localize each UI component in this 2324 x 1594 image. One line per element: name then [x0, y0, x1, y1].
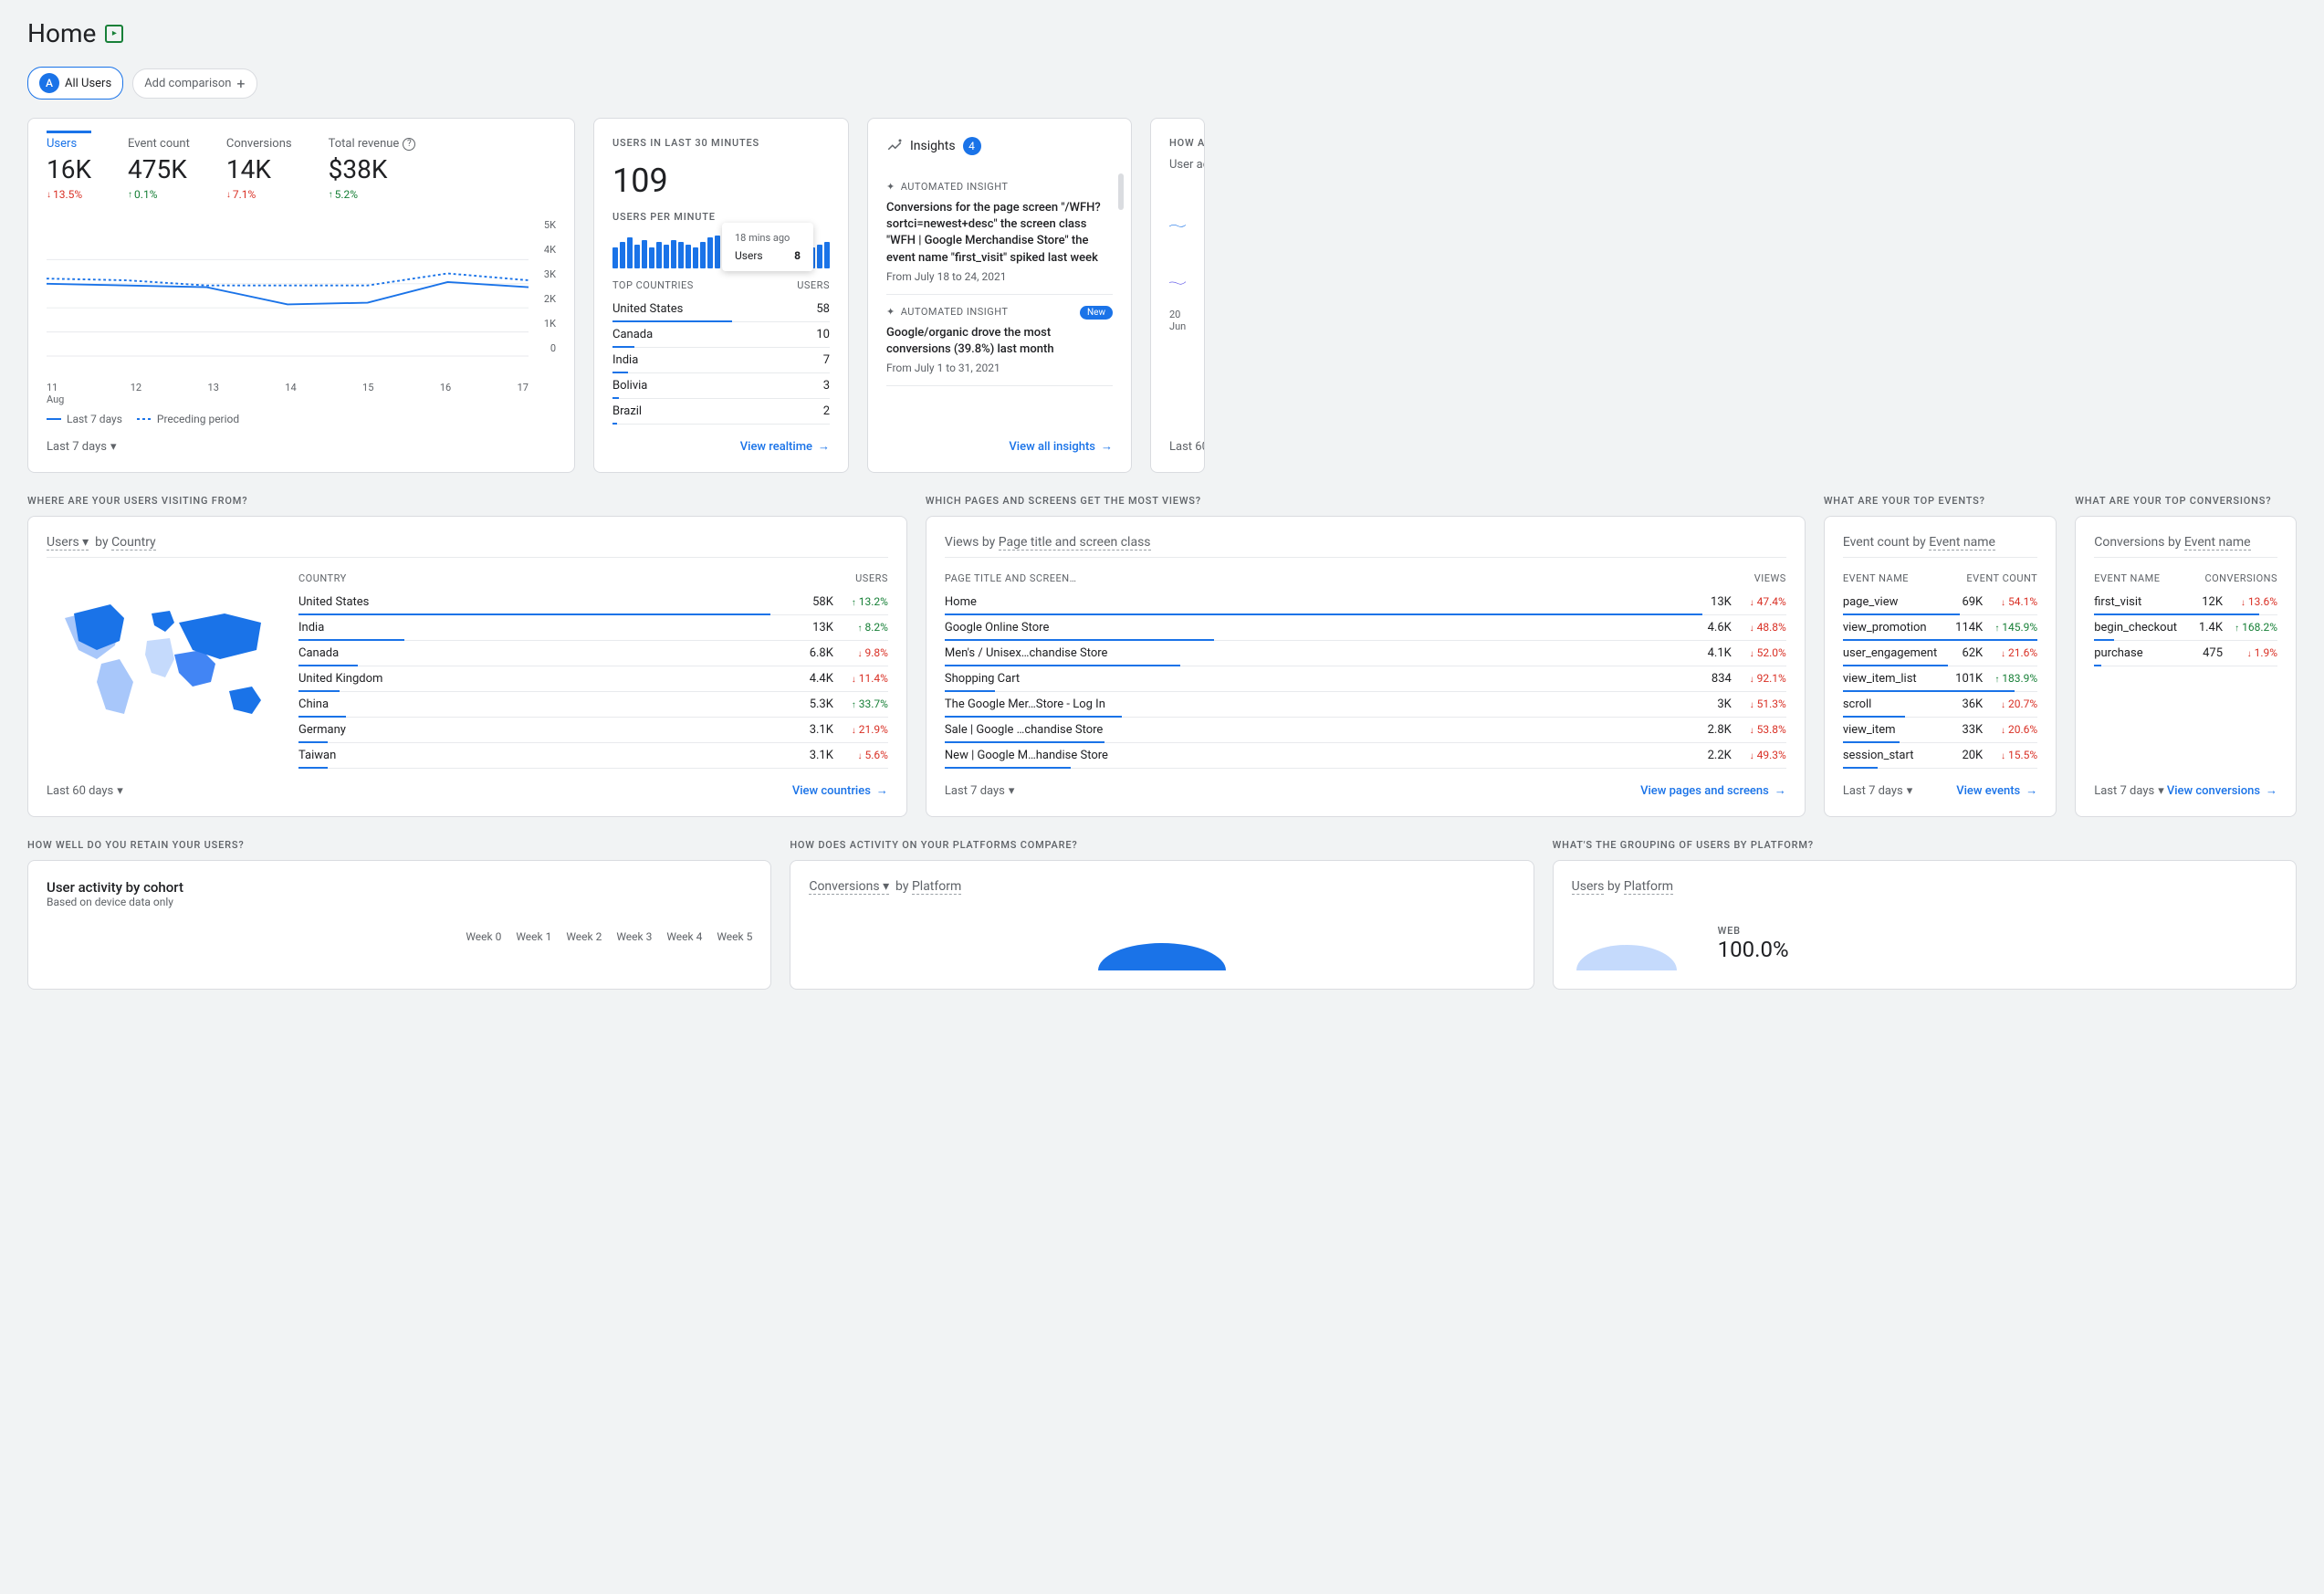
date-range-selector[interactable]: Last 7 days ▾ [1843, 784, 1913, 798]
table-row[interactable]: Bolivia3 [612, 373, 830, 399]
pages-card: Views by Page title and screen class PAG… [926, 516, 1806, 817]
table-row[interactable]: first_visit 12K ↓ 13.6% [2094, 590, 2277, 615]
report-icon [105, 25, 123, 43]
realtime-count: 109 [612, 162, 830, 200]
realtime-tooltip: 18 mins ago Users8 [722, 223, 813, 271]
table-row[interactable]: Germany 3.1K ↓ 21.9% [298, 718, 888, 743]
insight-item[interactable]: New ✦ AUTOMATED INSIGHT Google/organic d… [886, 295, 1113, 386]
insights-icon [886, 138, 903, 154]
realtime-header: USERS IN LAST 30 MINUTES [612, 137, 830, 149]
table-row[interactable]: Sale | Google …chandise Store 2.8K ↓ 53.… [945, 718, 1786, 743]
view-countries-link[interactable]: View countries → [792, 783, 888, 798]
arrow-right-icon: → [1101, 439, 1113, 454]
view-events-link[interactable]: View events → [1956, 783, 2037, 798]
geo-card: Users ▾ by Country COUNTRYUSERS United S… [27, 516, 907, 817]
realtime-card: USERS IN LAST 30 MINUTES 109 USERS PER M… [593, 118, 849, 473]
insights-card: Insights 4 ✦ AUTOMATED INSIGHT Conversio… [867, 118, 1132, 473]
segment-letter-icon: A [39, 73, 59, 93]
table-row[interactable]: view_promotion 114K ↑ 145.9% [1843, 615, 2037, 641]
platform-card: Conversions ▾ by Platform [790, 860, 1534, 990]
table-row[interactable]: page_view 69K ↓ 54.1% [1843, 590, 2037, 615]
insight-item[interactable]: ✦ AUTOMATED INSIGHT Conversions for the … [886, 170, 1113, 295]
table-row[interactable]: Shopping Cart 834 ↓ 92.1% [945, 666, 1786, 692]
table-row[interactable]: Canada10 [612, 322, 830, 348]
legend-preceding: Preceding period [137, 413, 239, 425]
world-map[interactable] [47, 572, 284, 737]
table-row[interactable]: session_start 20K ↓ 15.5% [1843, 743, 2037, 769]
legend-current: Last 7 days [47, 413, 122, 425]
table-row[interactable]: view_item_list 101K ↑ 183.9% [1843, 666, 2037, 692]
page-title: Home [27, 18, 2297, 48]
table-row[interactable]: United States 58K ↑ 13.2% [298, 590, 888, 615]
metric-tab-users[interactable]: Users 16K ↓ 13.5% [47, 137, 91, 201]
chevron-down-icon: ▾ [110, 440, 117, 454]
table-row[interactable]: Home 13K ↓ 47.4% [945, 590, 1786, 615]
grouping-card: Users by Platform WEB 100.0% [1553, 860, 2297, 990]
scrollbar[interactable] [1118, 173, 1124, 210]
table-row[interactable]: United States58 [612, 297, 830, 322]
table-row[interactable]: Google Online Store 4.6K ↓ 48.8% [945, 615, 1786, 641]
arrow-right-icon: → [818, 439, 830, 454]
insights-count-badge: 4 [963, 137, 981, 155]
events-card: Event count by Event name EVENT NAMEEVEN… [1824, 516, 2057, 817]
view-pages-link[interactable]: View pages and screens → [1640, 783, 1786, 798]
view-all-insights-link[interactable]: View all insights → [1009, 439, 1113, 454]
date-range-selector[interactable]: Last 7 days ▾ [2094, 784, 2164, 798]
new-badge: New [1080, 306, 1113, 320]
table-row[interactable]: New | Google M…handise Store 2.2K ↓ 49.3… [945, 743, 1786, 769]
table-row[interactable]: United Kingdom 4.4K ↓ 11.4% [298, 666, 888, 692]
metric-tab-conversions[interactable]: Conversions 14K ↓ 7.1% [226, 137, 292, 201]
view-conversions-link[interactable]: View conversions → [2167, 783, 2277, 798]
table-row[interactable]: India 13K ↑ 8.2% [298, 615, 888, 641]
add-comparison-button[interactable]: Add comparison + [132, 68, 256, 99]
platform-metric-dropdown[interactable]: Conversions ▾ [809, 879, 889, 895]
activity-card-peek: HOW ARE A User ac 20Jun Last 60 [1150, 118, 1205, 473]
overview-metrics-card: Users 16K ↓ 13.5% Event count 475K ↑ 0.1%… [27, 118, 575, 473]
date-range-selector[interactable]: Last 7 days ▾ [47, 440, 117, 454]
table-row[interactable]: The Google Mer…Store - Log In 3K ↓ 51.3% [945, 692, 1786, 718]
table-row[interactable]: India7 [612, 348, 830, 373]
metric-tab-total-revenue[interactable]: Total revenue ? $38K ↑ 5.2% [329, 137, 416, 201]
table-row[interactable]: begin_checkout 1.4K ↑ 168.2% [2094, 615, 2277, 641]
sparkle-icon: ✦ [886, 306, 895, 318]
table-row[interactable]: scroll 36K ↓ 20.7% [1843, 692, 2037, 718]
sparkle-icon: ✦ [886, 181, 895, 193]
date-range-selector[interactable]: Last 60 days ▾ [47, 784, 123, 798]
table-row[interactable]: purchase 475 ↓ 1.9% [2094, 641, 2277, 666]
geo-metric-dropdown[interactable]: Users ▾ [47, 535, 89, 551]
plus-icon: + [236, 75, 245, 92]
metric-tab-event-count[interactable]: Event count 475K ↑ 0.1% [128, 137, 190, 201]
view-realtime-link[interactable]: View realtime → [740, 439, 830, 454]
table-row[interactable]: Brazil2 [612, 399, 830, 425]
cohort-card: User activity by cohort Based on device … [27, 860, 771, 990]
conversions-card: Conversions by Event name EVENT NAMECONV… [2075, 516, 2297, 817]
help-icon[interactable]: ? [403, 138, 415, 151]
table-row[interactable]: Canada 6.8K ↓ 9.8% [298, 641, 888, 666]
segment-chip-all-users[interactable]: A All Users [27, 67, 123, 100]
table-row[interactable]: user_engagement 62K ↓ 21.6% [1843, 641, 2037, 666]
date-range-selector[interactable]: Last 60 [1169, 440, 1205, 454]
table-row[interactable]: Men's / Unisex…chandise Store 4.1K ↓ 52.… [945, 641, 1786, 666]
table-row[interactable]: China 5.3K ↑ 33.7% [298, 692, 888, 718]
table-row[interactable]: view_item 33K ↓ 20.6% [1843, 718, 2037, 743]
date-range-selector[interactable]: Last 7 days ▾ [945, 784, 1015, 798]
table-row[interactable]: Taiwan 3.1K ↓ 5.6% [298, 743, 888, 769]
